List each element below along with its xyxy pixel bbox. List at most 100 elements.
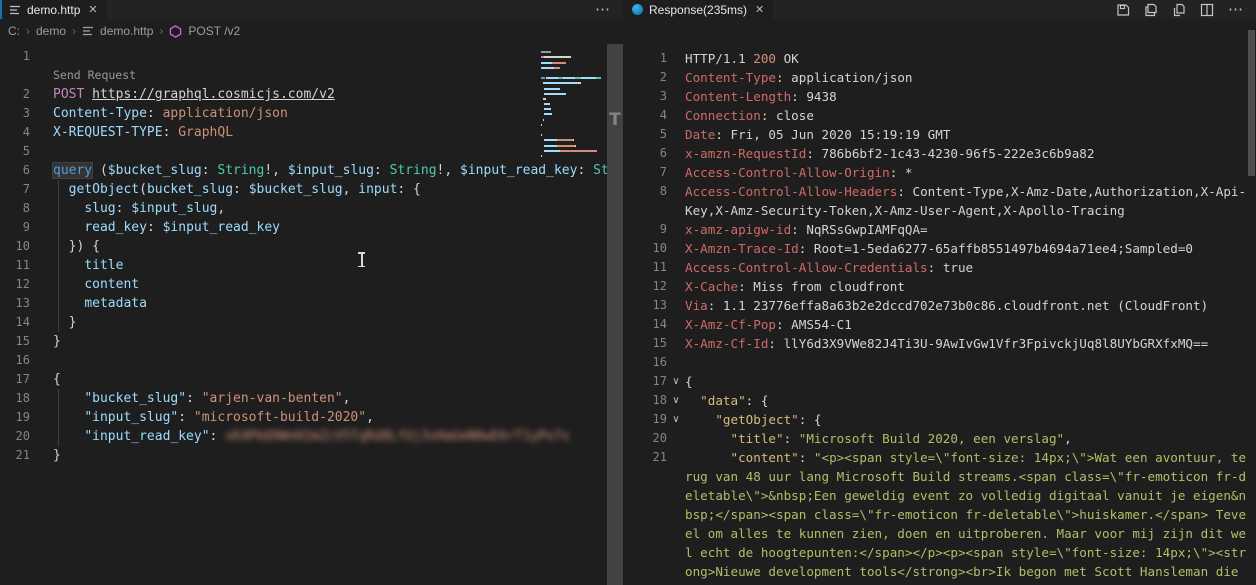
code-line: 12X-Cache: Miss from cloudfront xyxy=(623,277,1256,296)
fold-gutter xyxy=(30,427,53,446)
code-line: 11 Access-Control-Allow-Credentials: true xyxy=(623,258,1256,277)
code-text: Date: Fri, 05 Jun 2020 15:19:19 GMT xyxy=(685,125,950,144)
breadcrumb-separator: › xyxy=(159,24,163,38)
vertical-scrollbar[interactable] xyxy=(1248,30,1255,176)
fold-gutter xyxy=(667,353,685,372)
line-number: 7 xyxy=(623,163,667,182)
fold-gutter xyxy=(667,87,685,106)
breadcrumb-file[interactable]: demo.http xyxy=(100,24,153,38)
breadcrumb-drive[interactable]: C: xyxy=(8,24,20,38)
line-number: 20 xyxy=(623,429,667,448)
code-line: eletable\">&nbsp;Een geweldig event zo v… xyxy=(623,486,1256,505)
code-line: 16 xyxy=(0,351,623,370)
breadcrumb-separator: › xyxy=(72,24,76,38)
tab-label: Response(235ms) xyxy=(649,3,747,17)
fold-chevron-icon[interactable]: ∨ xyxy=(667,391,685,410)
fold-chevron-icon[interactable]: ∨ xyxy=(667,372,685,391)
codelens-send-request[interactable]: Send Request xyxy=(0,66,623,85)
line-number: 3 xyxy=(0,104,30,123)
code-text: Access-Control-Allow-Headers: Content-Ty… xyxy=(685,182,1246,201)
line-number: 10 xyxy=(0,237,30,256)
code-line: ong>Nieuwe development tools</strong><br… xyxy=(623,562,1256,581)
code-line: 5 xyxy=(0,142,623,161)
line-number: 6 xyxy=(623,144,667,163)
code-line: 8 Access-Control-Allow-Headers: Content-T… xyxy=(623,182,1256,201)
code-text: Content-Length: 9438 xyxy=(685,87,837,106)
fold-gutter xyxy=(667,467,685,486)
split-editor-icon[interactable] xyxy=(1200,3,1214,17)
code-line: bsp;</span><span class=\"fr-emoticon fr-… xyxy=(623,505,1256,524)
fold-gutter xyxy=(667,106,685,125)
more-actions-icon[interactable]: ⋯ xyxy=(595,5,611,15)
code-line: 13Via: 1.1 23776effa8a63b2e2dccd702e73b0… xyxy=(623,296,1256,315)
editor-panel-request: demo.http ✕ ⋯ C: › demo › demo.http › PO… xyxy=(0,0,623,585)
code-line: 1HTTP/1.1 200 OK xyxy=(623,49,1256,68)
code-line: 21 "content": "<p><span style=\"font-siz… xyxy=(623,448,1256,467)
line-number xyxy=(0,66,30,85)
code-text: read_key: $input_read_key xyxy=(53,218,280,237)
line-number: 3 xyxy=(623,87,667,106)
fold-gutter xyxy=(30,351,53,370)
indent-guide xyxy=(58,389,59,446)
window-accent-border xyxy=(0,0,2,19)
line-number: 13 xyxy=(623,296,667,315)
line-number: 20 xyxy=(0,427,30,446)
tab-label: demo.http xyxy=(27,3,80,17)
fold-gutter xyxy=(667,239,685,258)
line-number: 11 xyxy=(623,258,667,277)
line-number: 15 xyxy=(0,332,30,351)
breadcrumb-symbol[interactable]: POST /v2 xyxy=(188,24,240,38)
code-line: rug van 48 uur lang Microsoft Build stre… xyxy=(623,467,1256,486)
code-line: 15} xyxy=(0,332,623,351)
breadcrumb-folder[interactable]: demo xyxy=(36,24,66,38)
code-text: metadata xyxy=(53,294,147,313)
code-text: } xyxy=(53,446,61,465)
code-line: 2Content-Type: application/json xyxy=(623,68,1256,87)
code-text: HTTP/1.1 200 OK xyxy=(685,49,799,68)
line-number: 2 xyxy=(623,68,667,87)
line-number xyxy=(623,543,667,562)
tab-demo-http[interactable]: demo.http ✕ xyxy=(0,0,107,19)
editor-panel-response: Response(235ms) ✕ ⋯ 1HTTP/1.1 200 xyxy=(623,0,1256,585)
code-line: 5Date: Fri, 05 Jun 2020 15:19:19 GMT xyxy=(623,125,1256,144)
line-number: 14 xyxy=(0,313,30,332)
save-response-icon[interactable] xyxy=(1116,3,1130,17)
save-response-body-icon[interactable] xyxy=(1144,3,1158,17)
close-tab-icon[interactable]: ✕ xyxy=(755,3,764,16)
code-text: Access-Control-Allow-Credentials: true xyxy=(685,258,973,277)
code-text: bsp;</span><span class=\"fr-emoticon fr-… xyxy=(685,505,1246,524)
tab-response[interactable]: Response(235ms) ✕ xyxy=(623,0,773,19)
fold-gutter xyxy=(30,275,53,294)
line-number: 12 xyxy=(0,275,30,294)
minimap[interactable] xyxy=(541,45,603,159)
line-number: 8 xyxy=(623,182,667,201)
line-number: 18 xyxy=(623,391,667,410)
minimap-line xyxy=(541,149,603,154)
line-number: 4 xyxy=(623,106,667,125)
minimap-line xyxy=(541,154,603,159)
fold-gutter xyxy=(30,180,53,199)
line-number: 17 xyxy=(0,370,30,389)
code-text: Content-Type: application/json xyxy=(53,104,288,123)
response-code: 1HTTP/1.1 200 OK2Content-Type: applicati… xyxy=(623,49,1256,581)
code-line: 14 } xyxy=(0,313,623,332)
code-line: 10 }) { xyxy=(0,237,623,256)
fold-chevron-icon[interactable]: ∨ xyxy=(667,410,685,429)
indent-guide xyxy=(58,180,59,332)
code-line: 14X-Amz-Cf-Pop: AMS54-C1 xyxy=(623,315,1256,334)
fold-gutter xyxy=(30,85,53,104)
line-number: 5 xyxy=(0,142,30,161)
code-text: "title": "Microsoft Build 2020, een vers… xyxy=(685,429,1072,448)
fold-gutter xyxy=(30,408,53,427)
line-number: 14 xyxy=(623,315,667,334)
tabbar-left: demo.http ✕ ⋯ xyxy=(0,0,623,19)
line-number: 15 xyxy=(623,334,667,353)
fold-gutter xyxy=(667,448,685,467)
close-tab-icon[interactable]: ✕ xyxy=(88,3,97,16)
copy-response-body-icon[interactable] xyxy=(1172,3,1186,17)
code-text: "data": { xyxy=(685,391,768,410)
more-actions-icon[interactable]: ⋯ xyxy=(1228,5,1244,15)
code-line: 20 "input_read_key": xK4PbQ9WnH2mZcV5TqR… xyxy=(0,427,623,446)
code-text: x-amzn-RequestId: 786b6bf2-1c43-4230-96f… xyxy=(685,144,1094,163)
code-text: Access-Control-Allow-Origin: * xyxy=(685,163,912,182)
